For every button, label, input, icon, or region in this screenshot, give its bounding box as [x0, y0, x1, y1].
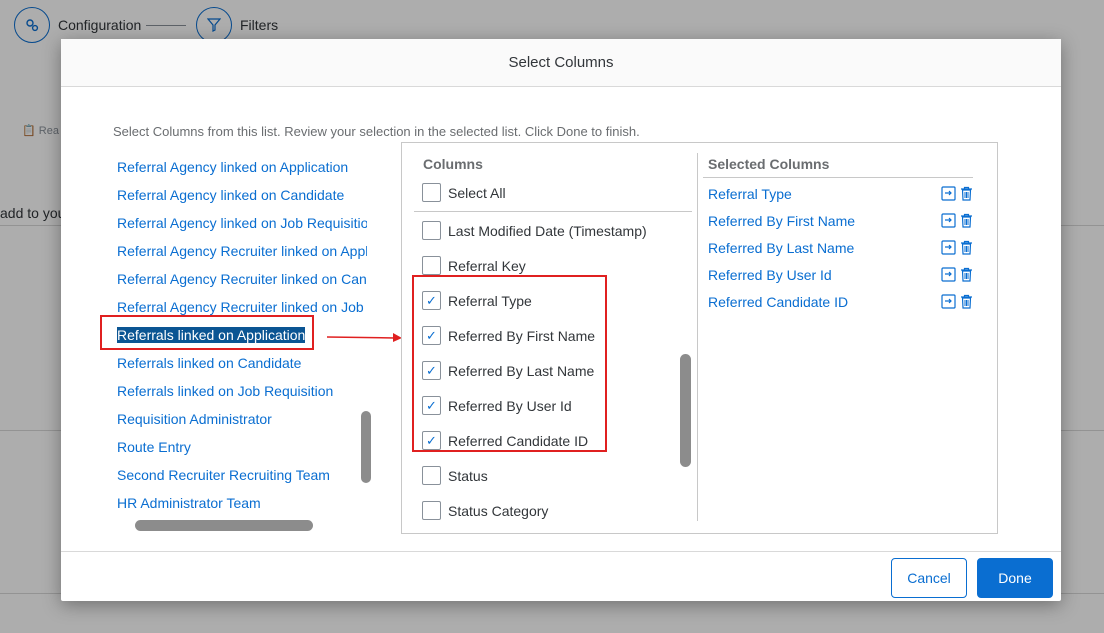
selected-columns-heading: Selected Columns [708, 156, 830, 172]
group-list-item[interactable]: Referral Agency linked on Job Requisitio… [117, 210, 367, 238]
groups-vertical-scrollbar[interactable] [361, 411, 371, 483]
group-label: HR Administrator Team [117, 495, 261, 511]
columns-panel: Columns Select All Last Modified Date (T… [401, 142, 998, 534]
group-label: Referrals linked on Candidate [117, 355, 302, 371]
checkbox-icon [422, 183, 441, 202]
group-label: Referral Agency linked on Application [117, 159, 349, 175]
columns-heading: Columns [423, 156, 483, 172]
move-icon[interactable] [941, 186, 956, 201]
selected-column-label[interactable]: Referred By User Id [708, 267, 832, 283]
group-label: Route Entry [117, 439, 191, 455]
checkbox-icon [422, 466, 441, 485]
divider [703, 177, 973, 178]
group-label: Referral Agency Recruiter linked on Cand… [117, 271, 367, 287]
cancel-button[interactable]: Cancel [891, 558, 967, 598]
group-list-item[interactable]: Referral Agency linked on Application [117, 154, 367, 182]
selected-columns-list: Referral Type Referred By First Name Refer… [708, 180, 973, 315]
select-all-label: Select All [448, 184, 506, 201]
selected-column-row: Referred By Last Name [708, 234, 973, 261]
columns-section: Columns Select All Last Modified Date (T… [402, 143, 697, 533]
checkbox-icon [422, 256, 441, 275]
select-columns-dialog: Select Columns Select Columns from this … [61, 39, 1061, 601]
trash-icon[interactable] [960, 213, 973, 228]
column-label: Status Category [448, 502, 549, 519]
column-checkbox-row[interactable]: Last Modified Date (Timestamp) [422, 213, 647, 248]
row-actions [941, 267, 973, 282]
move-icon[interactable] [941, 294, 956, 309]
dialog-title: Select Columns [61, 39, 1061, 87]
row-actions [941, 213, 973, 228]
groups-horizontal-scrollbar[interactable] [135, 520, 313, 531]
trash-icon[interactable] [960, 294, 973, 309]
row-actions [941, 240, 973, 255]
group-label: Requisition Administrator [117, 411, 272, 427]
column-checkbox-row[interactable]: Status Category [422, 493, 647, 528]
group-label: Referral Agency Recruiter linked on Appl… [117, 243, 367, 259]
column-label: Status [448, 467, 488, 484]
group-label: Referral Agency linked on Candidate [117, 187, 345, 203]
group-list-item[interactable]: Referral Agency Recruiter linked on Cand… [117, 266, 367, 294]
group-label: Referral Agency linked on Job Requisitio… [117, 215, 367, 231]
move-icon[interactable] [941, 240, 956, 255]
selected-column-row: Referral Type [708, 180, 973, 207]
selected-column-label[interactable]: Referral Type [708, 186, 792, 202]
selected-column-row: Referred By First Name [708, 207, 973, 234]
columns-vertical-scrollbar[interactable] [680, 354, 691, 467]
row-actions [941, 186, 973, 201]
trash-icon[interactable] [960, 240, 973, 255]
group-label: Referrals linked on Job Requisition [117, 383, 334, 399]
selected-column-label[interactable]: Referred By First Name [708, 213, 855, 229]
done-button[interactable]: Done [977, 558, 1053, 598]
group-list-item[interactable]: Second Recruiter Recruiting Team [117, 462, 367, 490]
checkbox-icon [422, 501, 441, 520]
column-label: Referral Key [448, 257, 526, 274]
column-label: Last Modified Date (Timestamp) [448, 222, 647, 239]
select-all-checkbox[interactable]: Select All [422, 183, 506, 202]
group-list-item[interactable]: Referrals linked on Candidate [117, 350, 367, 378]
dialog-footer: Cancel Done [61, 551, 1061, 601]
row-actions [941, 294, 973, 309]
move-icon[interactable] [941, 213, 956, 228]
trash-icon[interactable] [960, 267, 973, 282]
group-list-item[interactable]: Route Entry [117, 434, 367, 462]
move-icon[interactable] [941, 267, 956, 282]
annotation-highlight-box [412, 275, 607, 452]
group-list-item[interactable]: Referrals linked on Job Requisition [117, 378, 367, 406]
column-checkbox-row[interactable]: Status [422, 458, 647, 493]
divider [414, 211, 692, 212]
selected-column-label[interactable]: Referred By Last Name [708, 240, 854, 256]
group-list-item[interactable]: Referral Agency Recruiter linked on Appl… [117, 238, 367, 266]
trash-icon[interactable] [960, 186, 973, 201]
annotation-highlight-box [100, 315, 314, 350]
selected-column-label[interactable]: Referred Candidate ID [708, 294, 848, 310]
group-label: Second Recruiter Recruiting Team [117, 467, 330, 483]
checkbox-icon [422, 221, 441, 240]
group-list-item[interactable]: Referral Agency linked on Candidate [117, 182, 367, 210]
annotation-arrow [327, 333, 402, 342]
group-list-item[interactable]: Requisition Administrator [117, 406, 367, 434]
selected-columns-section: Selected Columns Referral Type Referred B… [698, 143, 998, 533]
dialog-instruction: Select Columns from this list. Review yo… [113, 124, 640, 139]
selected-column-row: Referred By User Id [708, 261, 973, 288]
group-label: Referral Agency Recruiter linked on Job … [117, 299, 367, 315]
selected-column-row: Referred Candidate ID [708, 288, 973, 315]
group-list-item[interactable]: HR Administrator Team [117, 490, 367, 518]
